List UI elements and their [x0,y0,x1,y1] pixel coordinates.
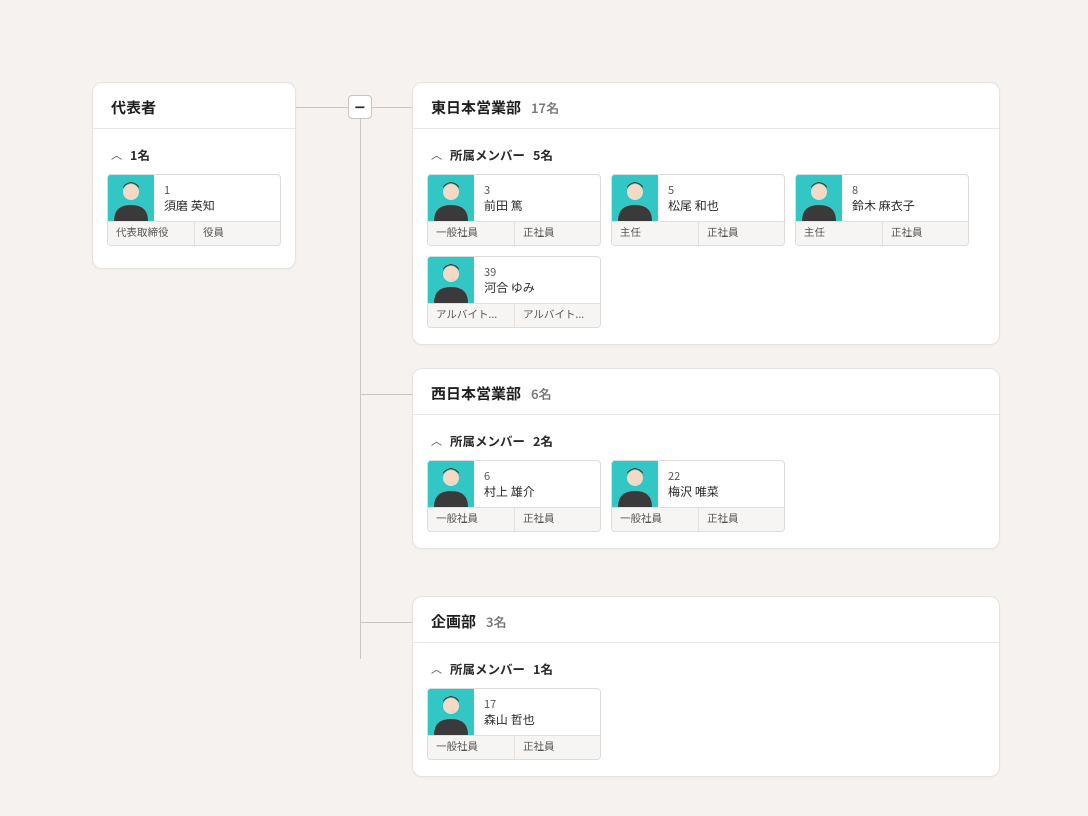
member-tag-position: 一般社員 [612,508,698,531]
section-count: 2名 [533,431,553,450]
member-id: 3 [484,183,523,198]
member-name: 河合 ゆみ [484,280,535,296]
member-card[interactable]: 39河合 ゆみアルバイト...アルバイト... [427,256,601,328]
member-name: 鈴木 麻衣子 [852,198,915,214]
avatar [612,175,658,221]
member-id: 17 [484,697,535,712]
member-tag-employment: 正社員 [514,222,600,245]
member-tag-position: 代表取締役 [108,222,194,245]
org-card-root: 代表者 ︿ 1名 1須磨 英知代表取締役役員 [92,82,296,269]
avatar [428,689,474,735]
member-name: 梅沢 唯菜 [668,484,719,500]
chevron-up-icon: ︿ [111,147,122,163]
avatar [428,257,474,303]
member-name: 松尾 和也 [668,198,719,214]
card-header: 東日本営業部 17名 [413,83,999,129]
avatar [108,175,154,221]
card-title: 西日本営業部 [431,383,521,404]
collapse-toggle[interactable]: − [348,95,372,119]
member-id: 39 [484,265,535,280]
card-count: 17名 [531,98,559,117]
card-title: 東日本営業部 [431,97,521,118]
org-card-dept-0: 東日本営業部 17名 ︿ 所属メンバー 5名 3前田 篤一般社員正社員5松尾 和… [412,82,1000,345]
minus-icon: − [355,98,365,116]
member-id: 6 [484,469,535,484]
avatar [428,175,474,221]
member-tag-position: 一般社員 [428,736,514,759]
section-label: 所属メンバー [450,431,525,450]
member-id: 8 [852,183,915,198]
member-name: 前田 篤 [484,198,523,214]
card-header: 企画部 3名 [413,597,999,643]
member-tag-position: 一般社員 [428,222,514,245]
member-card[interactable]: 5松尾 和也主任正社員 [611,174,785,246]
member-card[interactable]: 22梅沢 唯菜一般社員正社員 [611,460,785,532]
avatar [428,461,474,507]
connector-line [360,622,412,623]
connector-line [360,394,412,395]
card-count: 3名 [486,612,507,631]
card-title: 企画部 [431,611,476,632]
section-toggle[interactable]: ︿ 所属メンバー 5名 [427,139,985,174]
member-tag-position: アルバイト... [428,304,514,327]
member-tag-position: 一般社員 [428,508,514,531]
member-id: 22 [668,469,719,484]
member-tag-employment: 正社員 [698,222,784,245]
member-tag-employment: 役員 [194,222,280,245]
member-grid: 17森山 哲也一般社員正社員 [427,688,985,760]
section-toggle[interactable]: ︿ 1名 [107,139,281,174]
member-card[interactable]: 3前田 篤一般社員正社員 [427,174,601,246]
card-header: 西日本営業部 6名 [413,369,999,415]
avatar [796,175,842,221]
connector-line [360,119,361,659]
chevron-up-icon: ︿ [431,147,442,163]
member-tag-employment: 正社員 [698,508,784,531]
org-card-dept-2: 企画部 3名 ︿ 所属メンバー 1名 17森山 哲也一般社員正社員 [412,596,1000,777]
member-tag-position: 主任 [796,222,882,245]
section-toggle[interactable]: ︿ 所属メンバー 2名 [427,425,985,460]
member-name: 森山 哲也 [484,712,535,728]
member-card[interactable]: 17森山 哲也一般社員正社員 [427,688,601,760]
card-title: 代表者 [111,97,156,118]
member-tag-employment: 正社員 [514,508,600,531]
member-card[interactable]: 6村上 雄介一般社員正社員 [427,460,601,532]
card-count: 6名 [531,384,552,403]
avatar [612,461,658,507]
section-count: 1名 [130,145,150,164]
org-card-dept-1: 西日本営業部 6名 ︿ 所属メンバー 2名 6村上 雄介一般社員正社員22梅沢 … [412,368,1000,549]
chevron-up-icon: ︿ [431,433,442,449]
section-count: 1名 [533,659,553,678]
section-label: 所属メンバー [450,659,525,678]
member-id: 5 [668,183,719,198]
member-tag-employment: 正社員 [514,736,600,759]
member-card[interactable]: 8鈴木 麻衣子主任正社員 [795,174,969,246]
member-tag-employment: アルバイト... [514,304,600,327]
member-card[interactable]: 1須磨 英知代表取締役役員 [107,174,281,246]
connector-line [296,107,348,108]
section-count: 5名 [533,145,553,164]
member-id: 1 [164,183,215,198]
section-toggle[interactable]: ︿ 所属メンバー 1名 [427,653,985,688]
chevron-up-icon: ︿ [431,661,442,677]
section-label: 所属メンバー [450,145,525,164]
connector-line [372,107,412,108]
card-header: 代表者 [93,83,295,129]
member-tag-employment: 正社員 [882,222,968,245]
member-name: 村上 雄介 [484,484,535,500]
member-tag-position: 主任 [612,222,698,245]
member-grid: 3前田 篤一般社員正社員5松尾 和也主任正社員8鈴木 麻衣子主任正社員39河合 … [427,174,985,328]
member-grid: 1須磨 英知代表取締役役員 [107,174,281,246]
member-grid: 6村上 雄介一般社員正社員22梅沢 唯菜一般社員正社員 [427,460,985,532]
member-name: 須磨 英知 [164,198,215,214]
